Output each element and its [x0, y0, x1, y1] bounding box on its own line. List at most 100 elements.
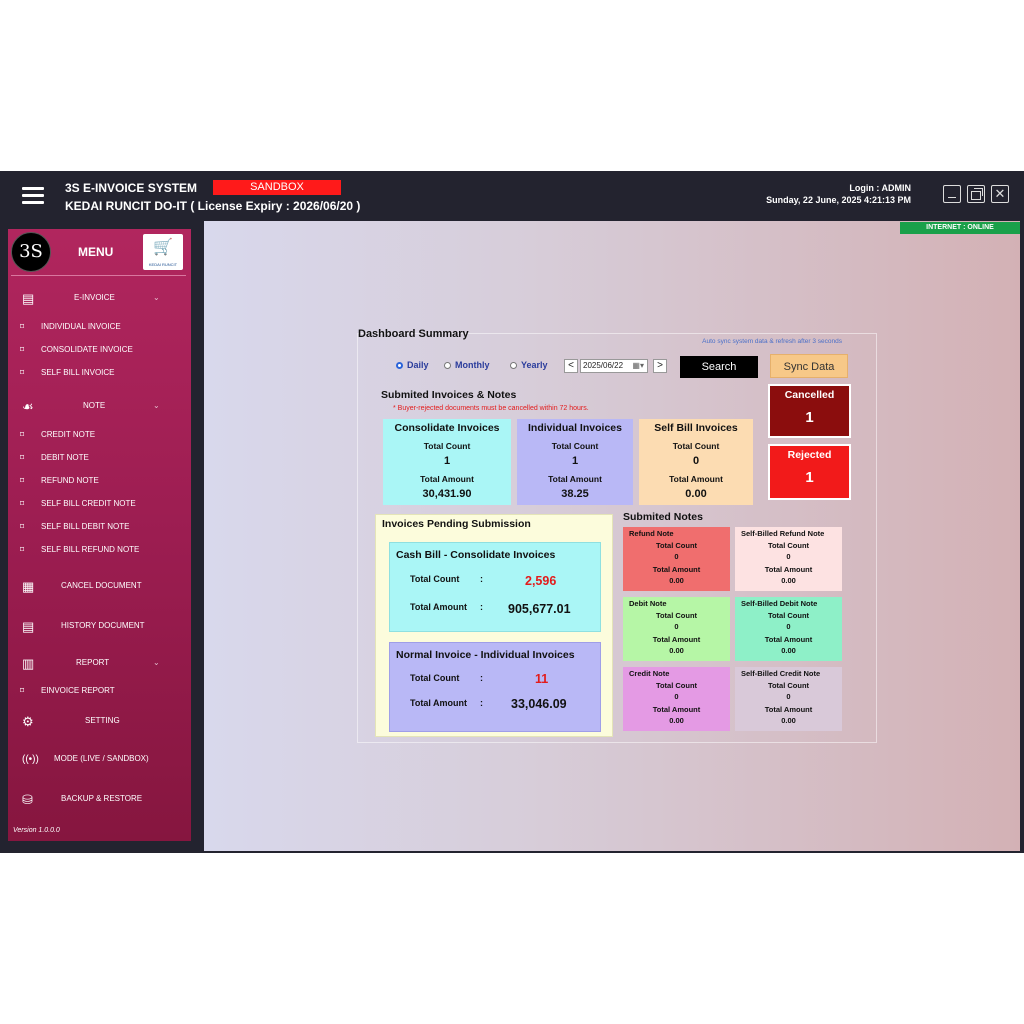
cash-bill-amount: 905,677.01	[508, 602, 571, 616]
amount-value: 0.00	[669, 646, 684, 655]
amount-label: Total Amount	[652, 635, 701, 644]
broadcast-icon: ((•))	[22, 754, 39, 765]
self-billed-credit-note-card: Self-Billed Credit Note Total Count 0 To…	[735, 667, 842, 731]
count-label: Total Count	[767, 681, 810, 690]
count-label: Total Count	[655, 541, 698, 550]
bookmark-icon: ⌑	[20, 430, 25, 439]
radio-selected-icon	[396, 362, 403, 369]
section-label: E-INVOICE	[74, 293, 115, 302]
sidebar-item-label: CANCEL DOCUMENT	[61, 581, 142, 590]
card-title: Consolidate Invoices	[394, 422, 500, 434]
cancelled-value: 1	[805, 409, 814, 426]
title-bar: 3S E-INVOICE SYSTEM SANDBOX KEDAI RUNCIT…	[0, 171, 1024, 221]
rejection-warning: * Buyer-rejected documents must be cance…	[393, 405, 589, 412]
main-content-area: Dashboard Summary Auto sync system data …	[204, 221, 1020, 851]
invoice-icon: ▤	[22, 291, 35, 306]
submitted-section-title: Submited Invoices & Notes	[381, 389, 517, 401]
period-radio-yearly[interactable]: Yearly	[510, 360, 548, 370]
bookmark-icon: ⌑	[20, 686, 25, 695]
hamburger-menu-icon[interactable]	[22, 187, 44, 205]
credit-note-card: Credit Note Total Count 0 Total Amount 0…	[623, 667, 730, 731]
amount-value: 0.00	[685, 488, 707, 500]
sidebar-item-label: SELF BILL REFUND NOTE	[41, 545, 140, 554]
amount-label: Total Amount	[652, 565, 701, 574]
sidebar-item-label: DEBIT NOTE	[41, 453, 89, 462]
version-label: Version 1.0.0.0	[13, 827, 60, 834]
search-button[interactable]: Search	[680, 356, 758, 378]
count-value: 0	[692, 455, 700, 467]
count-value: 0	[674, 622, 679, 631]
amount-label: Total Amount	[669, 474, 723, 484]
internet-status-badge: INTERNET : ONLINE	[900, 222, 1020, 234]
sidebar-item-label: SELF BILL DEBIT NOTE	[41, 522, 130, 531]
system-title: 3S E-INVOICE SYSTEM	[65, 181, 198, 195]
current-datetime: Sunday, 22 June, 2025 4:21:13 PM	[766, 195, 911, 205]
individual-invoices-card: Individual Invoices Total Count 1 Total …	[517, 419, 633, 505]
normal-invoice-amount: 33,046.09	[511, 697, 567, 711]
amount-value: 0.00	[669, 716, 684, 725]
menu-title: MENU	[78, 245, 114, 259]
document-cancel-icon: ▦	[22, 579, 35, 594]
radio-unselected-icon	[444, 362, 451, 369]
count-value: 0	[674, 692, 679, 701]
period-radio-monthly[interactable]: Monthly	[444, 360, 490, 370]
sidebar-item-label: SELF BILL INVOICE	[41, 368, 115, 377]
count-label: Total Count	[767, 541, 810, 550]
amount-label: Total Amount	[764, 705, 813, 714]
count-label: Total Count	[672, 441, 720, 451]
auto-sync-note: Auto sync system data & refresh after 3 …	[702, 338, 842, 345]
pending-submission-panel: Invoices Pending Submission Cash Bill - …	[375, 514, 613, 737]
rejected-stat[interactable]: Rejected 1	[768, 444, 851, 500]
app-window: 3S E-INVOICE SYSTEM SANDBOX KEDAI RUNCIT…	[0, 171, 1024, 853]
bookmark-icon: ⌑	[20, 368, 25, 377]
amount-label: Total Amount	[420, 474, 474, 484]
amount-label: Total Amount	[410, 602, 467, 612]
sidebar-item-label: INDIVIDUAL INVOICE	[41, 322, 121, 331]
menu-divider	[11, 275, 186, 276]
hand-coin-icon: ☙	[22, 399, 34, 414]
next-date-button[interactable]: >	[653, 359, 667, 373]
normal-invoice-count: 11	[535, 672, 549, 686]
card-title: Individual Invoices	[528, 422, 622, 434]
bookmark-icon: ⌑	[20, 499, 25, 508]
cash-bill-title: Cash Bill - Consolidate Invoices	[396, 549, 556, 561]
shop-cart-logo: 🛒 KEDAI RUNCIT	[143, 234, 183, 270]
radio-unselected-icon	[510, 362, 517, 369]
prev-date-button[interactable]: <	[564, 359, 578, 373]
minimize-icon[interactable]	[943, 185, 961, 203]
colon: :	[480, 574, 483, 584]
sidebar-item-label: MODE (LIVE / SANDBOX)	[54, 754, 149, 763]
period-radio-daily[interactable]: Daily	[396, 360, 429, 370]
restore-icon[interactable]	[967, 185, 985, 203]
count-value: 1	[571, 455, 579, 467]
colon: :	[480, 698, 483, 708]
bookmark-icon: ⌑	[20, 545, 25, 554]
bookmark-icon: ⌑	[20, 453, 25, 462]
cancelled-stat[interactable]: Cancelled 1	[768, 384, 851, 438]
consolidate-invoices-card: Consolidate Invoices Total Count 1 Total…	[383, 419, 511, 505]
date-picker-input[interactable]: 2025/06/22 ▦▾	[580, 359, 648, 373]
amount-value: 0.00	[781, 576, 796, 585]
section-label: NOTE	[83, 401, 106, 410]
self-billed-refund-note-card: Self-Billed Refund Note Total Count 0 To…	[735, 527, 842, 591]
card-title: Self Bill Invoices	[654, 422, 738, 434]
chevron-down-icon: ⌄	[153, 658, 160, 667]
count-label: Total Count	[423, 441, 471, 451]
sidebar-item-label: SETTING	[85, 716, 120, 725]
note-title: Self-Billed Credit Note	[741, 669, 821, 678]
environment-badge: SANDBOX	[213, 180, 341, 195]
rejected-label: Rejected	[787, 449, 832, 461]
calendar-dropdown-icon[interactable]: ▦▾	[632, 360, 644, 372]
sidebar-item-label: EINVOICE REPORT	[41, 686, 115, 695]
cash-bill-box: Cash Bill - Consolidate Invoices Total C…	[389, 542, 601, 632]
normal-invoice-title: Normal Invoice - Individual Invoices	[396, 649, 575, 661]
count-label: Total Count	[551, 441, 599, 451]
sync-data-button[interactable]: Sync Data	[770, 354, 848, 378]
count-value: 0	[674, 552, 679, 561]
history-list-icon: ▤	[22, 619, 35, 634]
close-icon[interactable]: ✕	[991, 185, 1009, 203]
count-label: Total Count	[655, 681, 698, 690]
amount-value: 38.25	[561, 488, 589, 500]
note-title: Credit Note	[629, 669, 670, 678]
count-label: Total Count	[410, 574, 460, 584]
